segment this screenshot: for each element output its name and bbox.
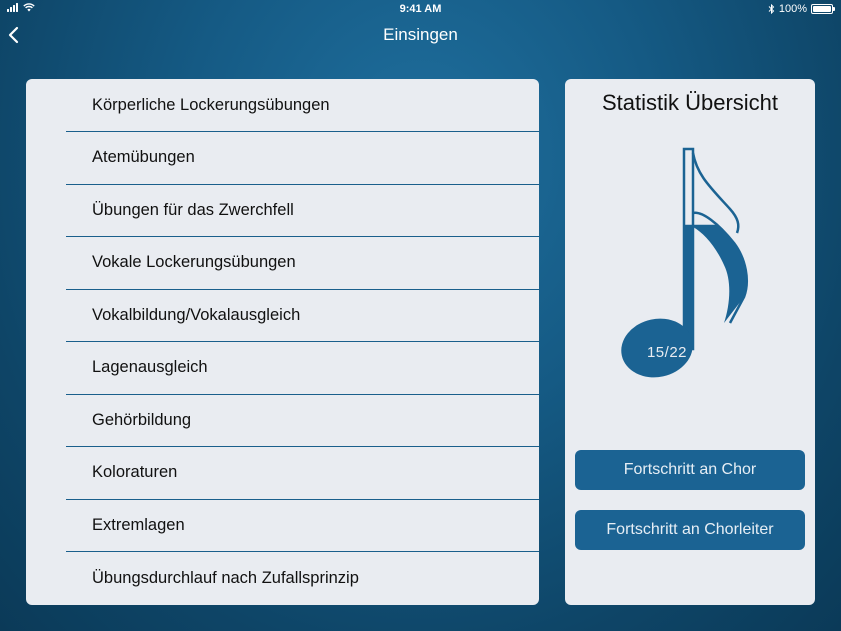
progress-count: 15/22 bbox=[646, 344, 688, 361]
list-item-lagenausgleich[interactable]: Lagenausgleich bbox=[66, 342, 539, 395]
list-item-zwerchfell[interactable]: Übungen für das Zwerchfell bbox=[66, 184, 539, 237]
progress-to-choir-button[interactable]: Fortschritt an Chor bbox=[575, 450, 805, 490]
progress-note: 15/22 bbox=[620, 147, 760, 387]
status-right: 100% bbox=[768, 3, 835, 15]
list-item-koerperliche-lockerungsuebungen[interactable]: Körperliche Lockerungsübungen bbox=[66, 79, 539, 132]
list-item-gehoerbildung[interactable]: Gehörbildung bbox=[66, 394, 539, 447]
list-item-vokale-lockerungsuebungen[interactable]: Vokale Lockerungsübungen bbox=[66, 237, 539, 290]
bluetooth-icon bbox=[768, 4, 775, 14]
status-time: 9:41 AM bbox=[399, 3, 442, 15]
list-item-atemuebungen[interactable]: Atemübungen bbox=[66, 132, 539, 185]
nav-bar: Einsingen bbox=[0, 18, 841, 52]
list-item-koloraturen[interactable]: Koloraturen bbox=[66, 447, 539, 500]
battery-percent: 100% bbox=[778, 3, 807, 15]
list-item-extremlagen[interactable]: Extremlagen bbox=[66, 499, 539, 552]
progress-to-choir-leader-button[interactable]: Fortschritt an Chorleiter bbox=[575, 510, 805, 550]
status-bar: 9:41 AM 100% bbox=[0, 0, 841, 18]
list-item-zufallsprinzip[interactable]: Übungsdurchlauf nach Zufallsprinzip bbox=[66, 552, 539, 605]
battery-icon bbox=[811, 4, 835, 14]
exercise-list: Körperliche Lockerungsübungen Atemübunge… bbox=[26, 79, 539, 605]
page-title: Einsingen bbox=[383, 25, 458, 44]
statistics-title: Statistik Übersicht bbox=[601, 90, 779, 115]
list-item-vokalbildung[interactable]: Vokalbildung/Vokalausgleich bbox=[66, 289, 539, 342]
statistics-panel: Statistik Übersicht 15/22 Fortschritt an… bbox=[565, 79, 815, 605]
